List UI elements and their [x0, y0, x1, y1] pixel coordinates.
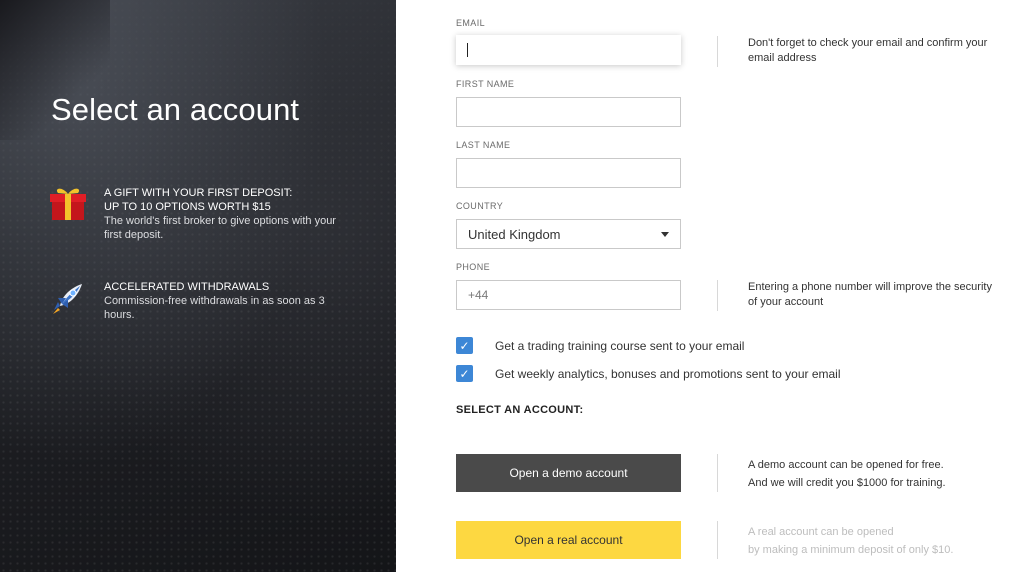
weekly-analytics-checkbox[interactable]: ✓ — [456, 365, 473, 382]
feature-gift-heading-2: UP TO 10 OPTIONS WORTH $15 — [104, 201, 271, 213]
first-name-field[interactable] — [456, 97, 681, 127]
feature-gift-body: The world's first broker to give options… — [104, 215, 336, 241]
weekly-analytics-label: Get weekly analytics, bonuses and promot… — [495, 366, 841, 381]
feature-withdrawals-text: ACCELERATED WITHDRAWALS Commission-free … — [104, 280, 344, 322]
email-hint: Don't forget to check your email and con… — [748, 37, 988, 64]
text-caret — [467, 43, 468, 57]
phone-field[interactable]: +44 — [456, 280, 681, 310]
training-course-checkbox-row[interactable]: ✓ Get a trading training course sent to … — [456, 337, 744, 354]
training-course-label: Get a trading training course sent to yo… — [495, 338, 745, 353]
country-select[interactable]: United Kingdom — [456, 219, 681, 249]
phone-value: +44 — [468, 288, 489, 302]
select-account-heading: SELECT AN ACCOUNT: — [456, 404, 584, 416]
last-name-field[interactable] — [456, 158, 681, 188]
real-hint-line-2: by making a minimum deposit of only $10. — [748, 544, 954, 556]
real-hint-line-1: A real account can be opened — [748, 526, 894, 538]
demo-hint-line-2: And we will credit you $1000 for trainin… — [748, 477, 946, 489]
phone-label: PHONE — [456, 262, 491, 272]
last-name-label: LAST NAME — [456, 140, 511, 150]
weekly-analytics-checkbox-row[interactable]: ✓ Get weekly analytics, bonuses and prom… — [456, 365, 841, 382]
feature-withdrawals-heading: ACCELERATED WITHDRAWALS — [104, 281, 270, 293]
first-name-label: FIRST NAME — [456, 79, 515, 89]
page-title: Select an account — [51, 92, 300, 127]
country-value: United Kingdom — [468, 226, 561, 242]
real-hint: A real account can be opened by making a… — [748, 523, 998, 559]
open-real-account-button[interactable]: Open a real account — [456, 521, 681, 559]
demo-hint: A demo account can be opened for free. A… — [748, 456, 998, 492]
feature-gift-text: A GIFT WITH YOUR FIRST DEPOSIT: UP TO 10… — [104, 186, 344, 242]
feature-gift-heading-1: A GIFT WITH YOUR FIRST DEPOSIT: — [104, 187, 293, 199]
phone-hint: Entering a phone number will improve the… — [748, 281, 992, 308]
gift-icon — [50, 186, 86, 222]
rocket-icon — [50, 280, 86, 316]
promo-panel: Select an account A GIFT WITH YOUR FIRST… — [0, 0, 396, 572]
hint-divider — [717, 454, 718, 492]
feature-withdrawals-body: Commission-free withdrawals in as soon a… — [104, 295, 325, 321]
email-label: EMAIL — [456, 18, 486, 28]
demo-hint-line-1: A demo account can be opened for free. — [748, 459, 944, 471]
hint-divider — [717, 280, 718, 311]
training-course-checkbox[interactable]: ✓ — [456, 337, 473, 354]
chevron-down-icon — [661, 231, 669, 237]
hint-divider — [717, 36, 718, 67]
open-demo-account-button[interactable]: Open a demo account — [456, 454, 681, 492]
country-label: COUNTRY — [456, 201, 504, 211]
email-field[interactable] — [456, 35, 681, 65]
hint-divider — [717, 521, 718, 559]
